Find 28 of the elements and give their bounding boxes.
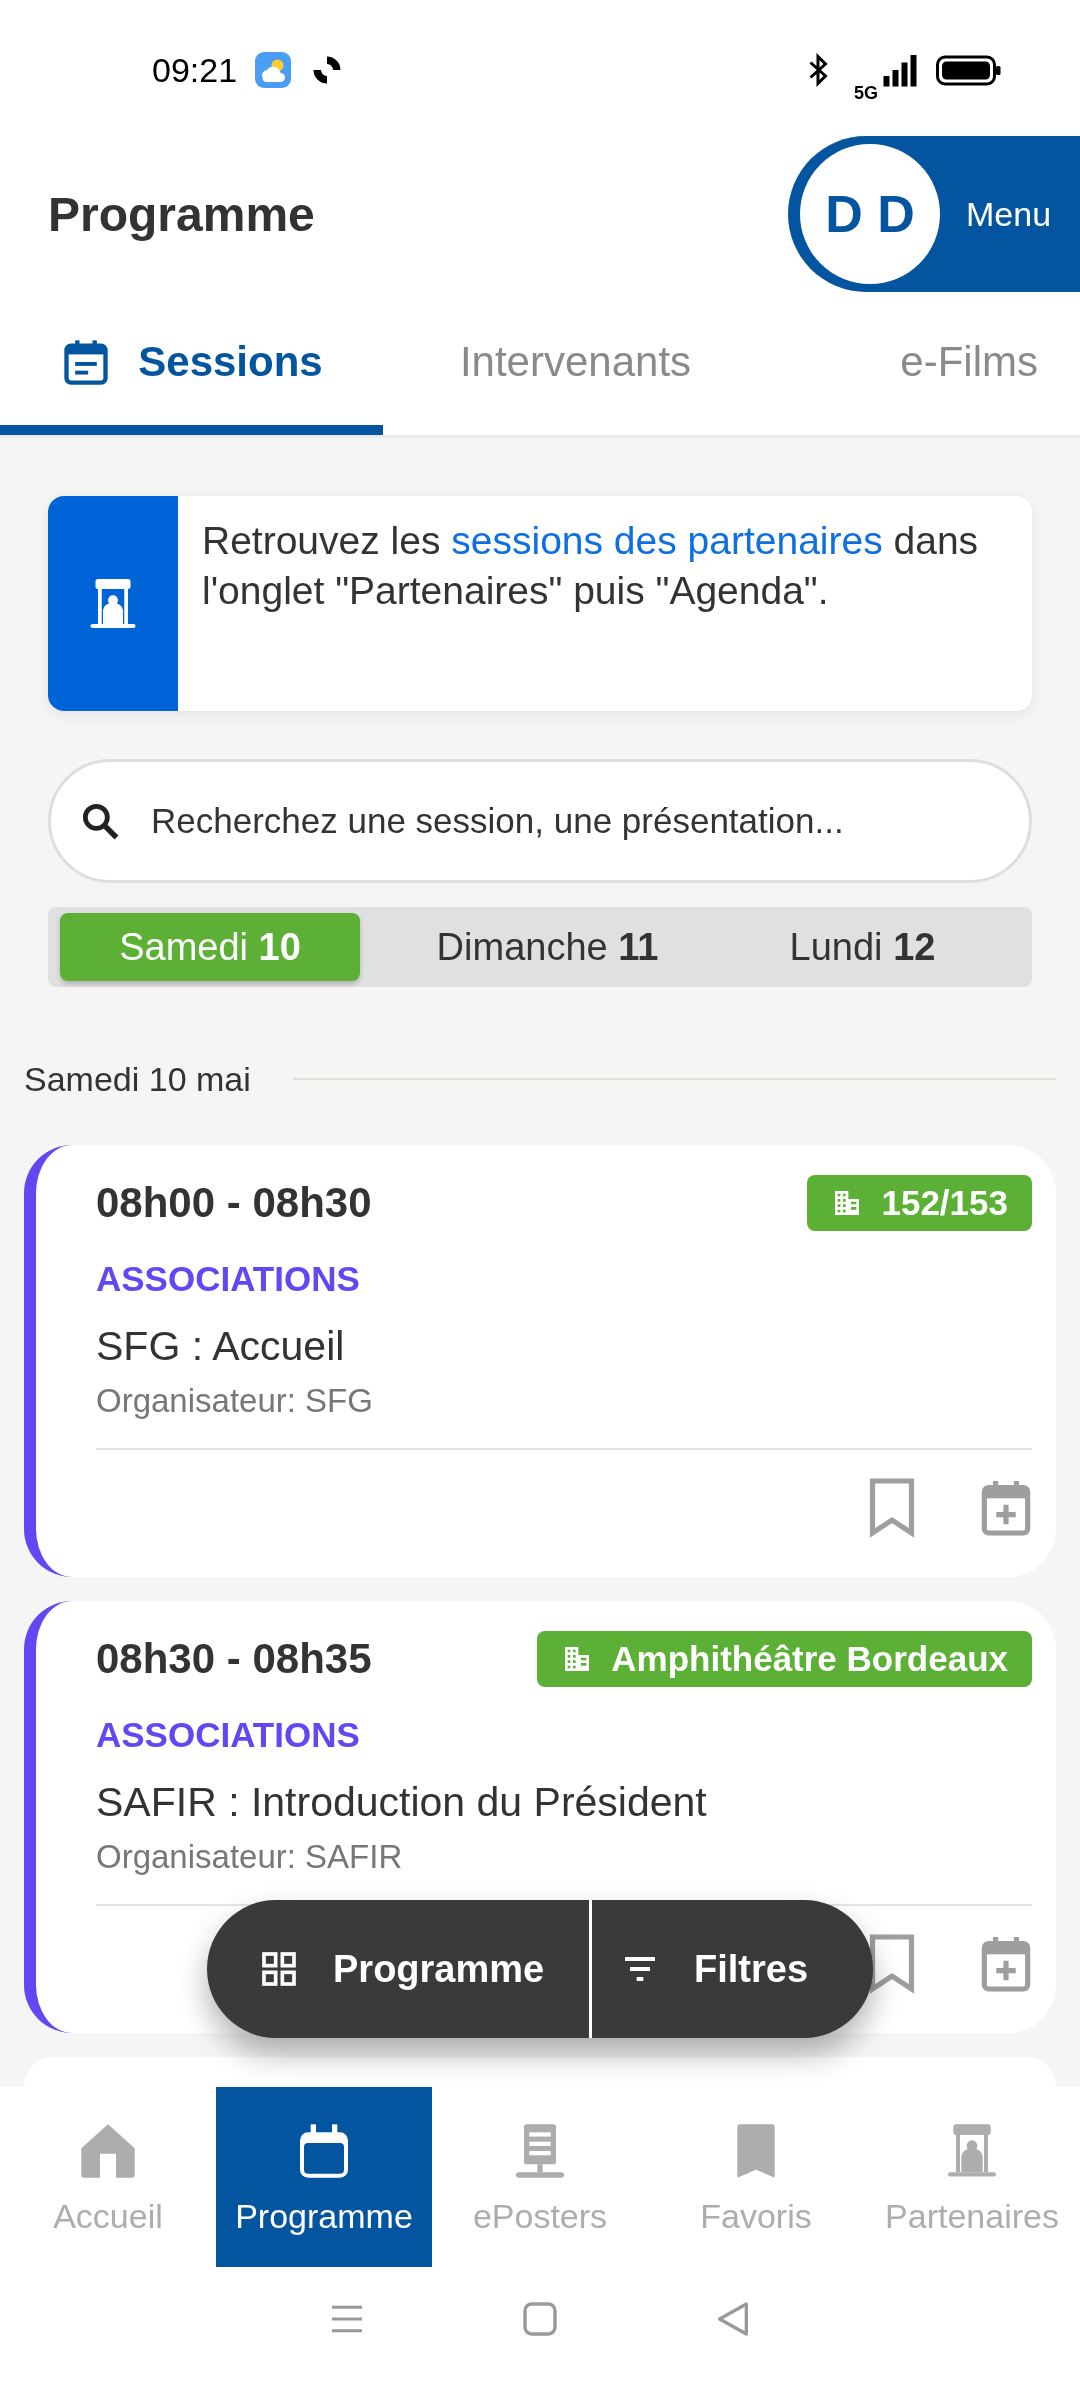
session-card[interactable]: 08h00 - 08h30 152/153 ASSOCIATIONS SFG : Accueil Organisateur: SFG: [24, 1145, 1056, 1577]
session-time: 08h00 - 08h30: [96, 1179, 372, 1227]
session-category: ASSOCIATIONS: [96, 1715, 361, 1755]
room-badge: Amphithéâtre Bordeaux: [537, 1631, 1032, 1687]
battery-icon: [936, 53, 1002, 87]
organizer-text: Organisateur: SFG: [96, 1382, 374, 1420]
banner-text: Retrouvez les sessions des partenaires dans l'onglet "Partenaires" puis "Agenda".: [201, 518, 980, 614]
signal-icon: [882, 52, 918, 88]
network-label: 5G: [854, 82, 878, 104]
menu-label: Menu: [966, 194, 1052, 234]
organizer-text: Organisateur: SAFIR: [96, 1838, 404, 1876]
menu-button[interactable]: D D Menu: [788, 136, 1080, 292]
session-title: SFG : Accueil: [96, 1323, 346, 1370]
weather-icon: [255, 52, 292, 88]
session-title: SAFIR : Introduction du Président: [96, 1779, 708, 1826]
page-title: Programme: [48, 186, 315, 242]
clock: 09:21: [152, 50, 238, 90]
day-tab[interactable]: Lundi 12: [705, 913, 1020, 981]
date-heading: Samedi 10 mai: [24, 1059, 251, 1099]
nav-item[interactable]: Programme: [216, 2087, 432, 2267]
avatar: D D: [800, 144, 940, 284]
session-category: ASSOCIATIONS: [96, 1259, 361, 1299]
link[interactable]: sessions des partenaires: [451, 519, 883, 562]
day-tab[interactable]: Dimanche 11: [390, 913, 705, 981]
session-time: 08h30 - 08h35: [96, 1635, 372, 1683]
room-badge: 152/153: [807, 1175, 1032, 1231]
search-field[interactable]: Recherchez une session, une présentation...: [48, 759, 1032, 883]
grid-icon: [259, 1949, 299, 1989]
